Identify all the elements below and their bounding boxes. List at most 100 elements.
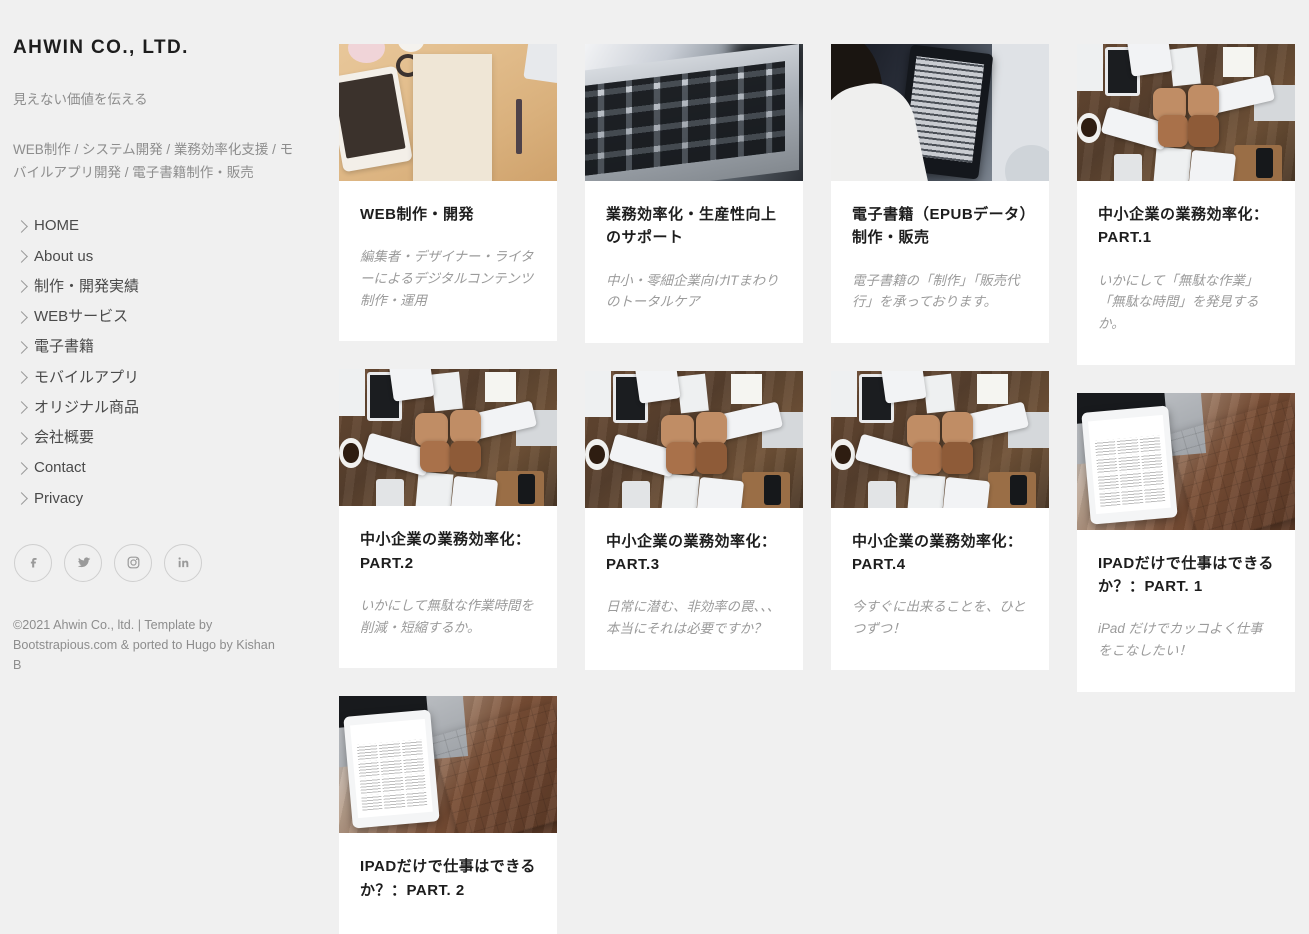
post-title[interactable]: 中小企業の業務効率化：PART.1 [1098,203,1274,250]
post-card[interactable]: 中小企業の業務効率化：PART.4 今すぐに出来ることを、ひとつずつ！ [831,370,1049,670]
post-thumbnail-team-fistbump[interactable] [339,369,557,507]
chevron-right-icon [15,401,28,415]
social-link-facebook[interactable] [14,543,52,582]
sidebar-item-company-profile[interactable]: 会社概要 [13,423,306,453]
post-card-body: WEB制作・開発 編集者・デザイナー・ライターによるデジタルコンテンツ制作・運用 [339,181,557,341]
post-card[interactable]: IPADだけで仕事はできるか？：PART. 2 [339,696,557,934]
social-link-twitter[interactable] [64,543,102,582]
copyright-text: ©2021 Ahwin Co., ltd. | Template by Boot… [13,617,275,672]
screen-accent-bar [355,724,358,742]
post-title[interactable]: IPADだけで仕事はできるか？：PART. 2 [360,855,536,902]
flower-shape [347,44,385,64]
social-link-instagram[interactable] [114,543,152,582]
post-excerpt: iPad だけでカッコよく仕事をこなしたい！ [1098,621,1263,658]
sidebar-item-mobile-apps[interactable]: モバイルアプリ [13,363,306,393]
screen-accent-bar [1093,420,1096,438]
main-content: WEB制作・開発 編集者・デザイナー・ライターによるデジタルコンテンツ制作・運用 [320,0,1309,934]
paper-shape [676,373,709,414]
post-card[interactable]: 中小企業の業務効率化：PART.1 いかにして「無駄な作業」「無駄な時間」を発見… [1077,44,1295,365]
arm-shape [634,370,682,404]
sidebar-item-label: 制作・開発実績 [34,277,140,295]
post-thumbnail-ipad-keyboard[interactable] [339,696,557,834]
post-excerpt: いかにして無駄な作業時間を削減・短縮するか。 [360,597,534,635]
post-title[interactable]: IPADだけで仕事はできるか？：PART. 1 [1098,552,1274,599]
coffee-cup-shape [831,439,855,470]
fist-shape [419,440,451,473]
post-title[interactable]: 中小企業の業務効率化：PART.4 [852,530,1028,577]
phone-shape [1009,475,1028,506]
sidebar-item-works[interactable]: 制作・開発実績 [13,272,306,302]
ipad-screen [349,718,433,818]
site-tagline: 見えない価値を伝える [13,91,148,107]
post-title[interactable]: 電子書籍（EPUBデータ）制作・販売 [852,203,1028,250]
chevron-right-icon [15,250,28,264]
paper-shape [1223,46,1254,77]
fist-shape [665,442,697,474]
sidebar-item-privacy[interactable]: Privacy [13,484,306,514]
post-thumbnail-desk-flatlay[interactable] [339,44,557,181]
post-card[interactable]: 電子書籍（EPUBデータ）制作・販売 電子書籍の「制作」「販売代行」を承っており… [831,44,1049,343]
post-card[interactable]: 業務効率化・生産性向上のサポート 中小・零細企業向けITまわりのトータルケア [585,44,803,343]
paper-shape [339,369,366,416]
sidebar-item-ebooks[interactable]: 電子書籍 [13,332,306,362]
post-title[interactable]: WEB制作・開発 [360,203,536,226]
sidebar-item-web-service[interactable]: WEBサービス [13,302,306,332]
ipad-shape [1080,405,1178,525]
sidebar-item-contact[interactable]: Contact [13,453,306,483]
post-excerpt: 日常に潜む、非効率の罠、、、 本当にそれは必要ですか？ [606,599,781,637]
post-card-body: 業務効率化・生産性向上のサポート 中小・零細企業向けITまわりのトータルケア [585,181,803,343]
page-root: AHWIN CO., LTD. 見えない価値を伝える WEB制作 / システム開… [0,0,1309,934]
paper-shape [922,373,955,414]
post-thumbnail-team-fistbump[interactable] [831,370,1049,508]
post-title[interactable]: 中小企業の業務効率化：PART.2 [360,528,536,575]
post-thumbnail-laptop-keyboard[interactable] [585,44,803,181]
site-brand-title[interactable]: AHWIN CO., LTD. [13,36,306,61]
social-links [13,543,306,582]
calculator-shape [1114,153,1143,181]
post-excerpt: いかにして「無駄な作業」「無駄な時間」を発見するか。 [1098,272,1259,331]
calculator-shape [868,480,897,508]
phone-shape [763,475,782,506]
phone-shape [523,44,557,84]
post-thumbnail-ereader[interactable] [831,44,1049,181]
paper-shape [907,473,946,508]
screen-text-rows [1089,433,1170,509]
post-title[interactable]: 業務効率化・生産性向上のサポート [606,203,782,250]
paper-shape [1153,146,1192,181]
post-card[interactable]: WEB制作・開発 編集者・デザイナー・ライターによるデジタルコンテンツ制作・運用 [339,44,557,342]
sidebar-item-home[interactable]: HOME [13,211,306,241]
fist-shape [911,442,943,474]
chevron-right-icon [15,310,28,324]
cup-shape [397,44,425,53]
post-thumbnail-ipad-keyboard[interactable] [1077,392,1295,530]
fist-shape [450,410,481,444]
chevron-right-icon [15,492,28,506]
post-card-body: 中小企業の業務効率化：PART.4 今すぐに出来ることを、ひとつずつ！ [831,508,1049,670]
post-thumbnail-team-fistbump[interactable] [1077,44,1295,181]
sidebar-item-label: オリジナル商品 [34,398,140,416]
post-card-body: 中小企業の業務効率化：PART.3 日常に潜む、非効率の罠、、、 本当にそれは必… [585,508,803,670]
sidebar-item-about-us[interactable]: About us [13,242,306,272]
post-title[interactable]: 中小企業の業務効率化：PART.3 [606,530,782,577]
sidebar-item-label: モバイルアプリ [34,368,140,386]
sidebar-item-label: 会社概要 [34,429,95,447]
paper-shape [831,370,858,418]
paper-shape [485,372,516,403]
calculator-shape [376,478,405,507]
sidebar-item-original-products[interactable]: オリジナル商品 [13,393,306,423]
tablet-shape [339,66,413,173]
fist-shape [1188,85,1219,118]
sidebar-item-label: Contact [34,459,86,477]
social-link-linkedin[interactable] [164,543,202,582]
paper-shape [430,372,463,412]
post-card[interactable]: 中小企業の業務効率化：PART.3 日常に潜む、非効率の罠、、、 本当にそれは必… [585,370,803,670]
post-thumbnail-team-fistbump[interactable] [585,370,803,508]
post-excerpt: 電子書籍の「制作」「販売代行」を承っております。 [852,272,1020,310]
ipad-screen [1087,414,1171,515]
sidebar-item-label: WEBサービス [34,308,129,326]
ipad-shape [342,709,440,829]
post-card[interactable]: 中小企業の業務効率化：PART.2 いかにして無駄な作業時間を削減・短縮するか。 [339,369,557,669]
post-card[interactable]: IPADだけで仕事はできるか？：PART. 1 iPad だけでカッコよく仕事を… [1077,392,1295,692]
sidebar-item-label: Privacy [34,489,84,507]
sidebar-item-label: HOME [34,217,79,235]
